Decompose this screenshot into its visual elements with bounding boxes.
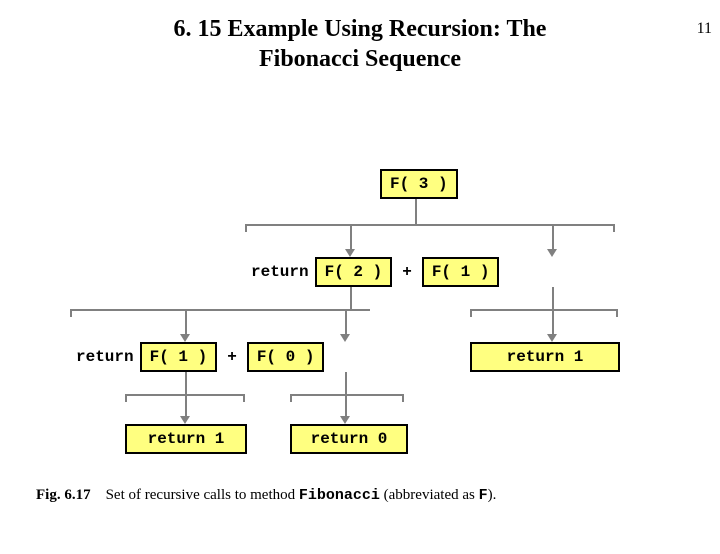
box-return0: return 0 — [290, 424, 408, 454]
conn-l3r-hbar — [290, 394, 404, 396]
caption-mono-2: F — [479, 487, 488, 504]
tick-l3r-right — [402, 394, 404, 402]
node-level1: return F( 2 ) + F( 1 ) — [245, 257, 499, 287]
box-f0: F( 0 ) — [247, 342, 325, 372]
tick-l3r-left — [290, 394, 292, 402]
arrow-l1-left — [345, 249, 355, 257]
node-level2-left: return F( 1 ) + F( 0 ) — [70, 342, 324, 372]
conn-l2-drop-right — [345, 309, 347, 334]
box-return1-right: return 1 — [470, 342, 620, 372]
conn-f1l-down — [185, 372, 187, 394]
tick-r1-left — [470, 309, 472, 317]
plus-l1: + — [392, 263, 422, 281]
conn-l1-drop-right — [552, 224, 554, 249]
tick-l1-rightend — [613, 224, 615, 232]
conn-l3r-drop — [345, 394, 347, 416]
box-f1-right: F( 1 ) — [422, 257, 500, 287]
figure-caption: Fig. 6.17 Set of recursive calls to meth… — [36, 487, 496, 504]
tick-r1-right — [616, 309, 618, 317]
conn-f2-down — [350, 287, 352, 309]
tick-l3l-left — [125, 394, 127, 402]
conn-r1-drop — [552, 309, 554, 334]
conn-f3-down — [415, 199, 417, 224]
node-return0: return 0 — [290, 424, 408, 454]
box-f2: F( 2 ) — [315, 257, 393, 287]
conn-r1-hbar — [470, 309, 618, 311]
conn-f1r-down — [552, 287, 554, 309]
conn-f0-down — [345, 372, 347, 394]
box-return1-left: return 1 — [125, 424, 247, 454]
arrow-l2-left — [180, 334, 190, 342]
plus-l2: + — [217, 348, 247, 366]
box-f1-left: F( 1 ) — [140, 342, 218, 372]
conn-l1-drop-left — [350, 224, 352, 249]
arrow-l2-right — [340, 334, 350, 342]
tick-l3l-right — [243, 394, 245, 402]
node-return1-right: return 1 — [470, 342, 620, 372]
caption-text-after: (abbreviated as — [380, 487, 479, 503]
label-return-l2: return — [70, 348, 140, 366]
arrow-l3r — [340, 416, 350, 424]
caption-tail: ). — [488, 487, 497, 503]
caption-text-before: Set of recursive calls to method — [106, 487, 299, 503]
node-return1-left: return 1 — [125, 424, 247, 454]
arrow-l1-right — [547, 249, 557, 257]
caption-mono-1: Fibonacci — [299, 487, 380, 504]
diagram-stage: F( 3 ) return F( 2 ) + F( 1 ) return F( … — [0, 14, 720, 554]
arrow-l3l — [180, 416, 190, 424]
conn-l2-drop-left — [185, 309, 187, 334]
arrow-r1 — [547, 334, 557, 342]
node-f3: F( 3 ) — [380, 169, 458, 199]
conn-l2-hbar — [70, 309, 370, 311]
caption-fignum: Fig. 6.17 — [36, 487, 91, 503]
box-f3: F( 3 ) — [380, 169, 458, 199]
label-return-l1: return — [245, 263, 315, 281]
tick-l2-leftend — [70, 309, 72, 317]
tick-l1-leftend — [245, 224, 247, 232]
conn-l3l-drop — [185, 394, 187, 416]
conn-l1-hbar — [245, 224, 615, 226]
